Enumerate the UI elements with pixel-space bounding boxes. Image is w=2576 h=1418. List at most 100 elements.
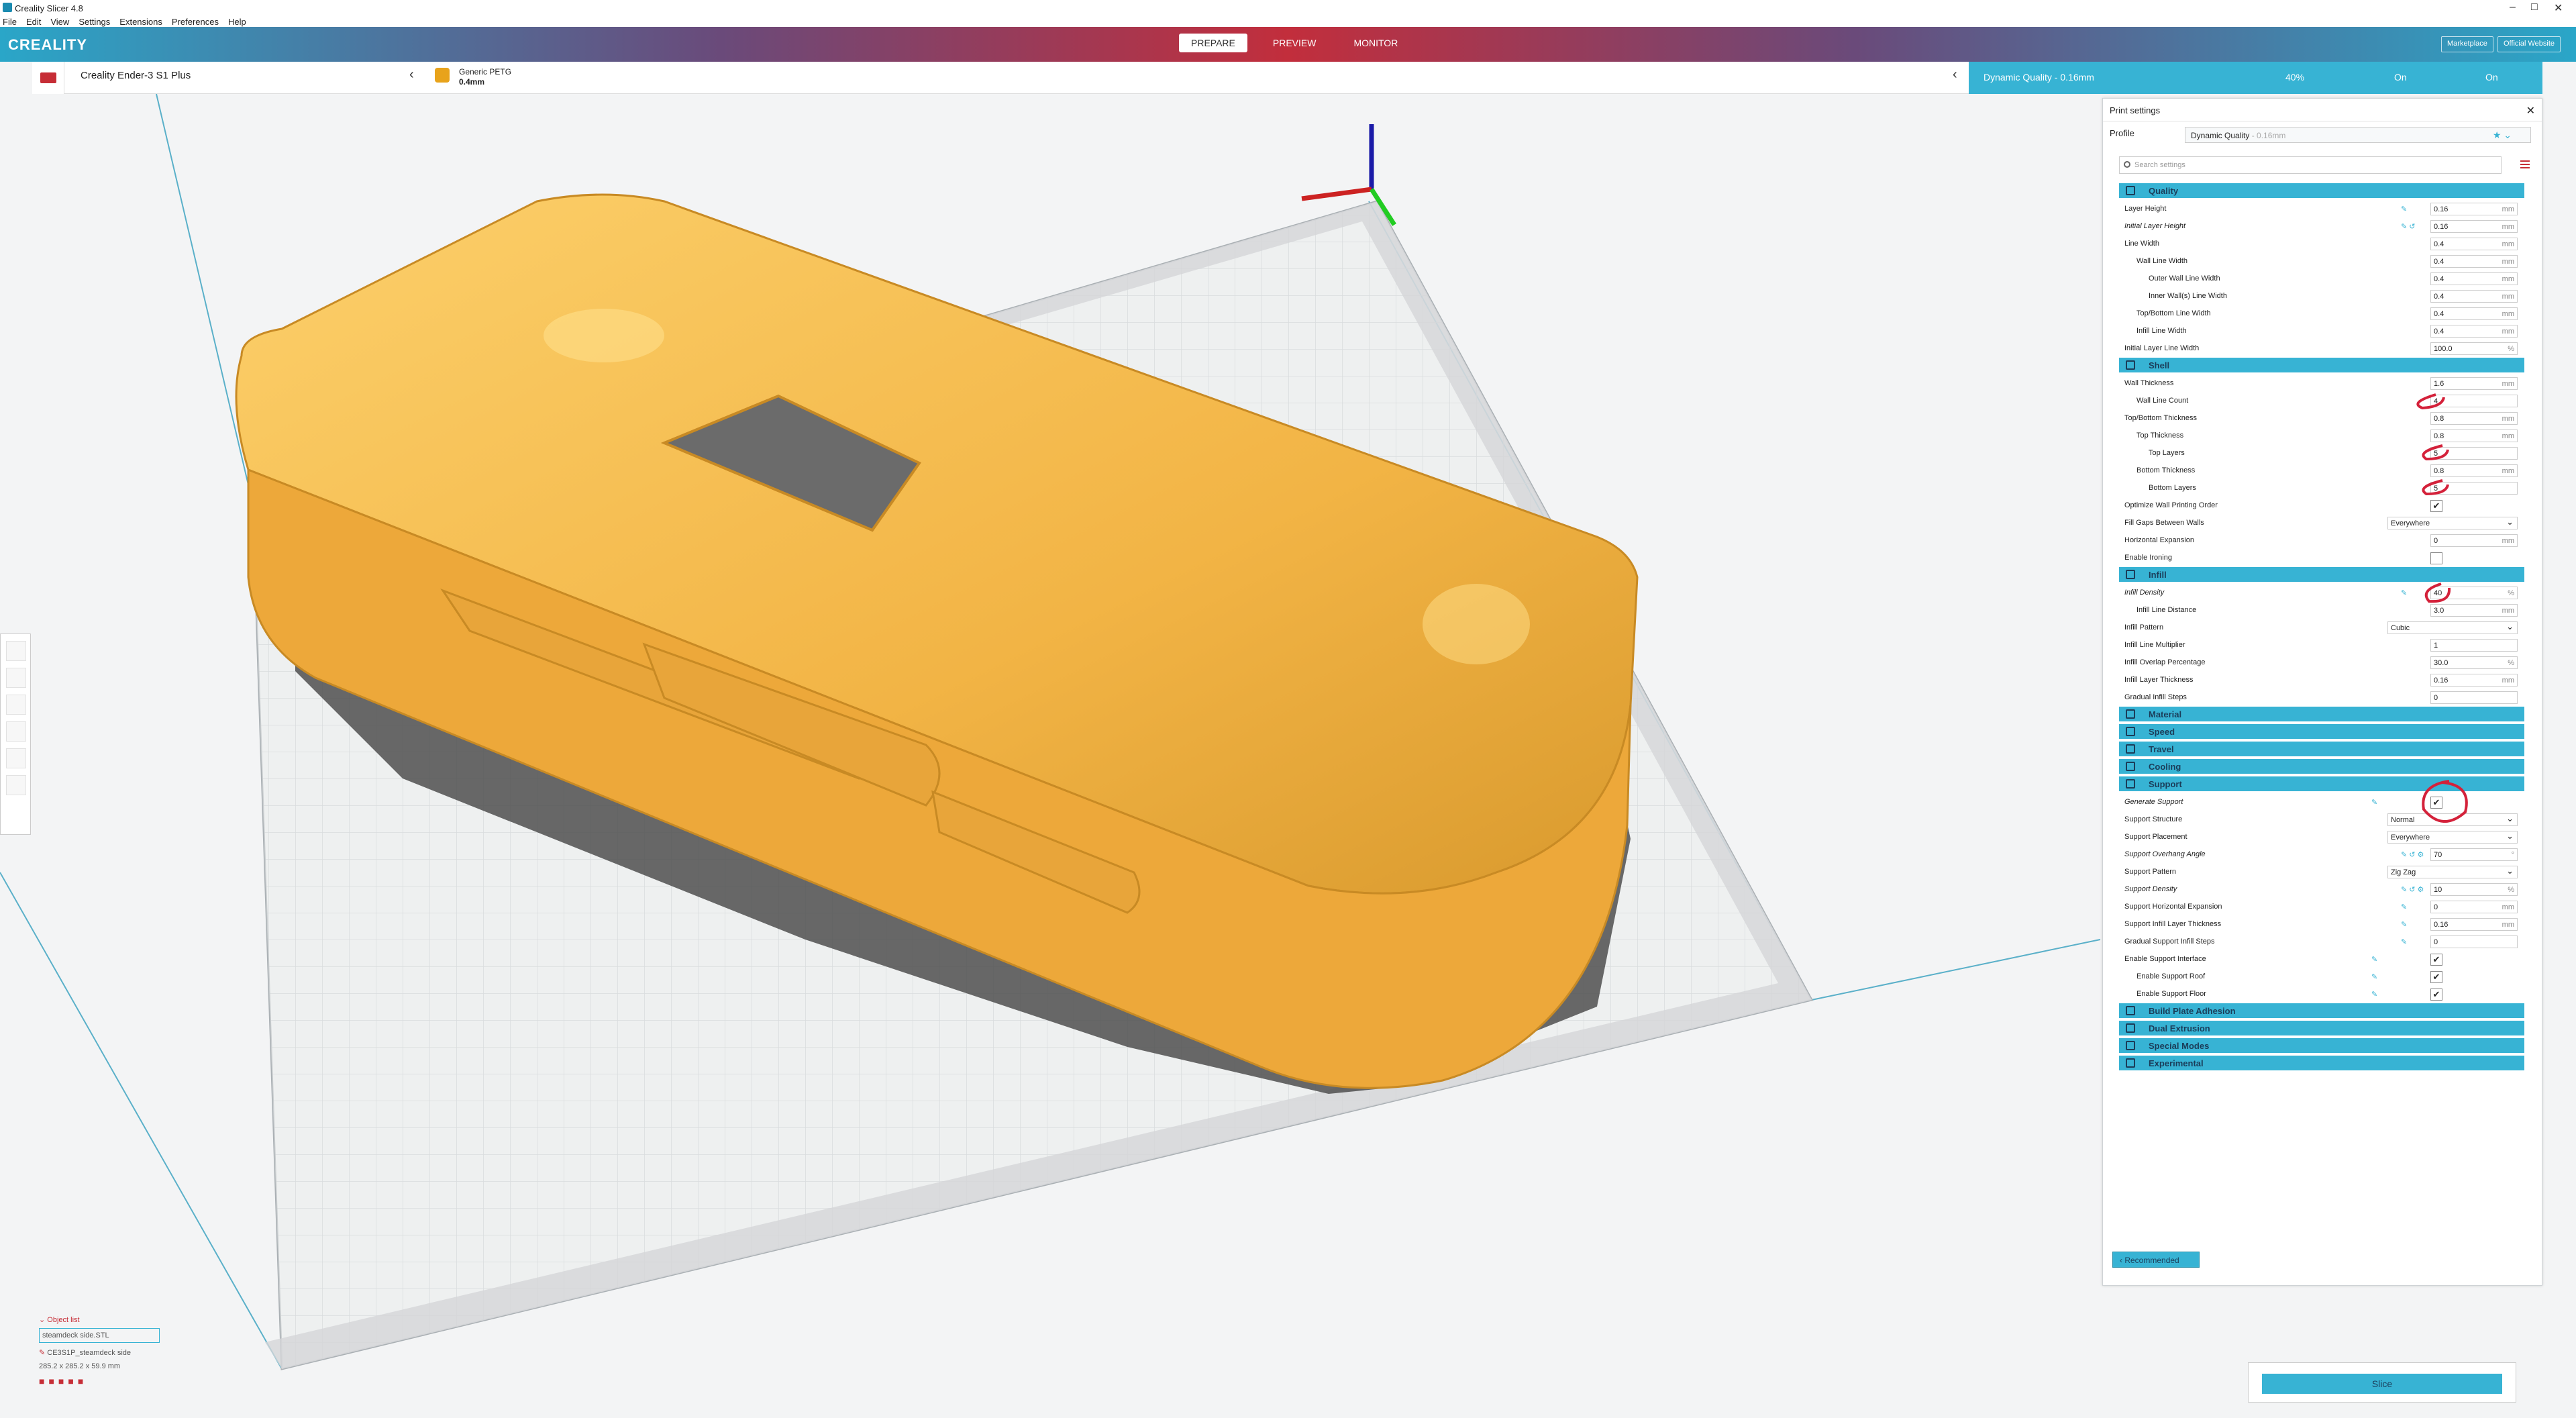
setting-value-field[interactable]: 0.4 mm xyxy=(2430,307,2518,320)
settings-visibility-menu-icon[interactable] xyxy=(2520,160,2530,168)
menu-extensions[interactable]: Extensions xyxy=(119,17,162,27)
setting-value-field[interactable]: 5 xyxy=(2430,447,2518,460)
recommended-button[interactable]: ‹ Recommended xyxy=(2112,1252,2200,1268)
setting-dropdown[interactable]: Normal xyxy=(2387,813,2518,826)
star-icon[interactable]: ★ ⌄ xyxy=(2493,130,2512,141)
setting-value-field[interactable]: 0.16 mm xyxy=(2430,203,2518,215)
setting-status-icons[interactable]: ✎ xyxy=(2371,990,2377,999)
setting-value-field[interactable]: 0.8 mm xyxy=(2430,429,2518,442)
category-travel[interactable]: Travel xyxy=(2119,742,2524,756)
chevron-left-icon[interactable]: ‹ xyxy=(409,67,414,83)
setting-value-field[interactable]: 0 xyxy=(2430,935,2518,948)
category-support[interactable]: Support xyxy=(2119,776,2524,791)
setting-status-icons[interactable]: ✎ xyxy=(2401,903,2407,911)
setting-status-icons[interactable]: ✎ xyxy=(2371,798,2377,807)
material-name[interactable]: Generic PETG xyxy=(459,67,511,77)
setting-dropdown[interactable]: Cubic xyxy=(2387,621,2518,634)
job-name[interactable]: CE3S1P_steamdeck side xyxy=(47,1349,131,1357)
setting-status-icons[interactable]: ✎ ↺ xyxy=(2401,222,2416,231)
setting-checkbox[interactable]: ✔ xyxy=(2430,500,2442,512)
setting-value-field[interactable]: 0.4 mm xyxy=(2430,290,2518,303)
setting-status-icons[interactable]: ✎ xyxy=(2401,205,2407,213)
printer-selector[interactable]: Creality Ender-3 S1 Plus xyxy=(81,70,191,81)
menu-help[interactable]: Help xyxy=(228,17,246,27)
menu-settings[interactable]: Settings xyxy=(79,17,110,27)
setting-checkbox[interactable]: ✔ xyxy=(2430,797,2442,809)
support-blocker-icon[interactable] xyxy=(6,775,26,795)
rotate-tool-icon[interactable] xyxy=(6,695,26,715)
close-window-button[interactable]: ✕ xyxy=(2554,1,2563,15)
menu-view[interactable]: View xyxy=(50,17,69,27)
category-cooling[interactable]: Cooling xyxy=(2119,759,2524,774)
per-model-settings-icon[interactable] xyxy=(6,748,26,768)
object-actions-icons[interactable]: ■■■■■ xyxy=(39,1376,160,1386)
setting-value-field[interactable]: 0 mm xyxy=(2430,534,2518,547)
close-icon[interactable]: ✕ xyxy=(2526,104,2535,117)
tab-prepare[interactable]: PREPARE xyxy=(1179,34,1247,52)
category-material[interactable]: Material xyxy=(2119,707,2524,721)
menu-edit[interactable]: Edit xyxy=(26,17,41,27)
category-special-modes[interactable]: Special Modes xyxy=(2119,1038,2524,1053)
setting-status-icons[interactable]: ✎ ↺ ⚙ xyxy=(2401,885,2424,894)
setting-value-field[interactable]: 0.16 mm xyxy=(2430,674,2518,687)
setting-value-field[interactable]: 4 xyxy=(2430,395,2518,407)
setting-dropdown[interactable]: Everywhere xyxy=(2387,831,2518,844)
setting-status-icons[interactable]: ✎ xyxy=(2371,972,2377,981)
setting-value-field[interactable]: 1 xyxy=(2430,639,2518,652)
chevron-left-icon[interactable]: ‹ xyxy=(1953,67,1957,83)
setting-value-field[interactable]: 0.4 mm xyxy=(2430,238,2518,250)
tab-preview[interactable]: PREVIEW xyxy=(1261,34,1329,52)
setting-value-field[interactable]: 100.0% xyxy=(2430,342,2518,355)
category-infill[interactable]: Infill xyxy=(2119,567,2524,582)
setting-value-field[interactable]: 0 xyxy=(2430,691,2518,704)
setting-status-icons[interactable]: ✎ xyxy=(2401,589,2407,597)
setting-status-icons[interactable]: ✎ ↺ ⚙ xyxy=(2401,850,2424,859)
category-shell[interactable]: Shell xyxy=(2119,358,2524,372)
menu-file[interactable]: File xyxy=(3,17,17,27)
setting-value-field[interactable]: 1.6 mm xyxy=(2430,377,2518,390)
maximize-button[interactable]: □ xyxy=(2531,1,2538,13)
category-dual-extrusion[interactable]: Dual Extrusion xyxy=(2119,1021,2524,1035)
setting-value-field[interactable]: 0.8 mm xyxy=(2430,412,2518,425)
setting-value-field[interactable]: 40% xyxy=(2430,587,2518,599)
mirror-tool-icon[interactable] xyxy=(6,721,26,742)
setting-value-field[interactable]: 0.8 mm xyxy=(2430,464,2518,477)
minimize-button[interactable]: – xyxy=(2510,1,2516,13)
setting-checkbox[interactable]: ✔ xyxy=(2430,954,2442,966)
setting-value-field[interactable]: 0.4 mm xyxy=(2430,272,2518,285)
tab-monitor[interactable]: MONITOR xyxy=(1341,34,1410,52)
setting-checkbox[interactable]: ✔ xyxy=(2430,989,2442,1001)
setting-value-field[interactable]: 0.16 mm xyxy=(2430,918,2518,931)
open-file-button[interactable] xyxy=(32,62,64,94)
setting-dropdown[interactable]: Everywhere xyxy=(2387,517,2518,529)
setting-value-field[interactable]: 10% xyxy=(2430,883,2518,896)
slice-button[interactable]: Slice xyxy=(2262,1374,2502,1394)
setting-value-field[interactable]: 5 xyxy=(2430,482,2518,495)
official-website-button[interactable]: Official Website xyxy=(2497,36,2561,52)
setting-checkbox[interactable]: ✔ xyxy=(2430,971,2442,983)
setting-value-field[interactable]: 0 mm xyxy=(2430,901,2518,913)
edit-icon[interactable]: ✎ xyxy=(39,1349,47,1357)
object-list-item[interactable]: steamdeck side.STL xyxy=(39,1328,160,1343)
category-speed[interactable]: Speed xyxy=(2119,724,2524,739)
setting-value-field[interactable]: 0.4 mm xyxy=(2430,325,2518,338)
category-quality[interactable]: Quality xyxy=(2119,183,2524,198)
profile-selector[interactable]: Dynamic Quality - 0.16mm ★ ⌄ xyxy=(2185,127,2531,143)
marketplace-button[interactable]: Marketplace xyxy=(2441,36,2493,52)
setting-status-icons[interactable]: ✎ xyxy=(2371,955,2377,964)
category-experimental[interactable]: Experimental xyxy=(2119,1056,2524,1070)
setting-value-field[interactable]: 0.4 mm xyxy=(2430,255,2518,268)
menu-preferences[interactable]: Preferences xyxy=(172,17,219,27)
print-setup-selector[interactable]: Dynamic Quality - 0.16mm 40% On On xyxy=(1969,62,2542,94)
setting-value-field[interactable]: 70 ° xyxy=(2430,848,2518,861)
category-build-plate-adhesion[interactable]: Build Plate Adhesion xyxy=(2119,1003,2524,1018)
setting-dropdown[interactable]: Zig Zag xyxy=(2387,866,2518,878)
setting-value-field[interactable]: 0.16 mm xyxy=(2430,220,2518,233)
object-list-toggle[interactable]: ⌄ Object list xyxy=(39,1315,160,1324)
move-tool-icon[interactable] xyxy=(6,641,26,661)
setting-status-icons[interactable]: ✎ xyxy=(2401,938,2407,946)
scale-tool-icon[interactable] xyxy=(6,668,26,688)
setting-checkbox[interactable] xyxy=(2430,552,2442,564)
setting-value-field[interactable]: 30.0% xyxy=(2430,656,2518,669)
search-settings-input[interactable]: Search settings xyxy=(2119,156,2502,174)
